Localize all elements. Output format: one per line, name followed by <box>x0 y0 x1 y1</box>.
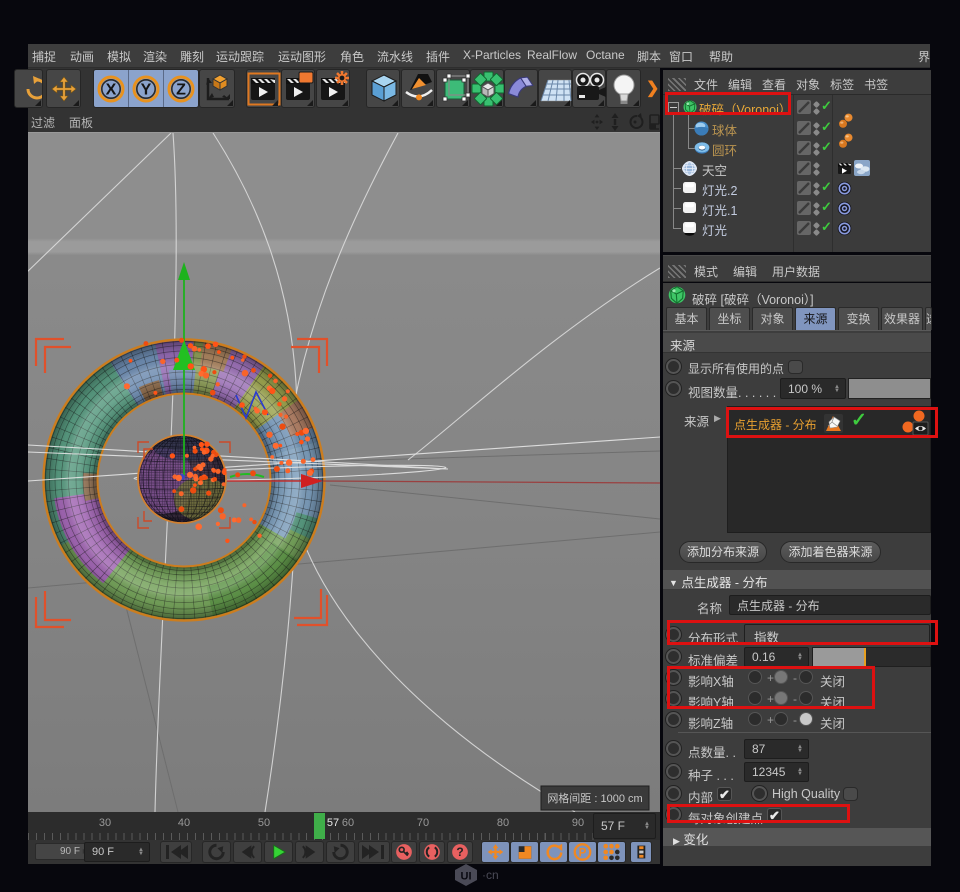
svg-text:X: X <box>106 82 117 99</box>
svg-text:Z: Z <box>176 82 186 99</box>
svg-text:Y: Y <box>141 82 152 99</box>
svg-text:网格间距 : 1000 cm: 网格间距 : 1000 cm <box>547 791 642 805</box>
svg-text:?: ? <box>456 845 463 859</box>
svg-text:UI: UI <box>461 871 472 883</box>
svg-text:P: P <box>579 847 587 859</box>
svg-text:·cn: ·cn <box>482 868 499 882</box>
